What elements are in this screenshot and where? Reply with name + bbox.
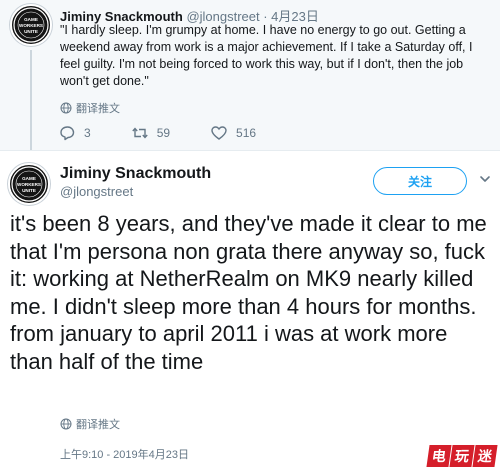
tweet-actions: 3 59 516 (58, 124, 296, 142)
svg-text:WORKERS: WORKERS (19, 23, 43, 28)
retweet-icon (131, 127, 148, 139)
globe-icon (60, 418, 72, 430)
like-count: 516 (236, 126, 257, 140)
translate-label: 翻译推文 (76, 419, 120, 431)
reply-button[interactable]: 3 (58, 124, 91, 142)
retweet-count: 59 (156, 126, 171, 140)
tweet-text: it's been 8 years, and they've made it c… (10, 211, 487, 374)
watermark-char: 玩 (449, 445, 475, 467)
tweet-timestamp[interactable]: 上午9:10 - 2019年4月23日 (60, 446, 189, 462)
tweet-text: "I hardly sleep. I'm grumpy at home. I h… (60, 23, 473, 88)
follow-button[interactable]: 关注 (373, 167, 467, 195)
translate-label: 翻译推文 (76, 103, 120, 115)
watermark-char: 电 (426, 445, 452, 467)
author-handle[interactable]: @jlongstreet (60, 184, 133, 199)
site-watermark: 电 玩 迷 (426, 445, 498, 467)
chevron-down-icon[interactable] (478, 172, 492, 186)
translate-link[interactable]: 翻译推文 (60, 416, 120, 432)
reply-count: 3 (84, 126, 91, 140)
avatar[interactable]: GAME WORKERS UNITE (8, 163, 50, 205)
game-workers-unite-logo: GAME WORKERS UNITE (13, 7, 49, 43)
author-name[interactable]: Jiminy Snackmouth (60, 165, 211, 183)
like-button[interactable]: 516 (210, 124, 256, 142)
globe-icon (60, 102, 72, 114)
divider (0, 150, 500, 151)
watermark-char: 迷 (472, 445, 498, 467)
svg-text:GAME: GAME (24, 17, 38, 22)
svg-text:UNITE: UNITE (24, 29, 38, 34)
like-icon (211, 126, 227, 140)
thread-line (30, 50, 32, 150)
svg-text:WORKERS: WORKERS (17, 182, 41, 187)
avatar[interactable]: GAME WORKERS UNITE (10, 4, 52, 46)
svg-text:GAME: GAME (22, 176, 36, 181)
translate-link[interactable]: 翻译推文 (60, 100, 120, 116)
retweet-button[interactable]: 59 (131, 124, 170, 142)
game-workers-unite-logo: GAME WORKERS UNITE (11, 166, 47, 202)
reply-icon (60, 126, 75, 141)
svg-text:UNITE: UNITE (22, 188, 36, 193)
